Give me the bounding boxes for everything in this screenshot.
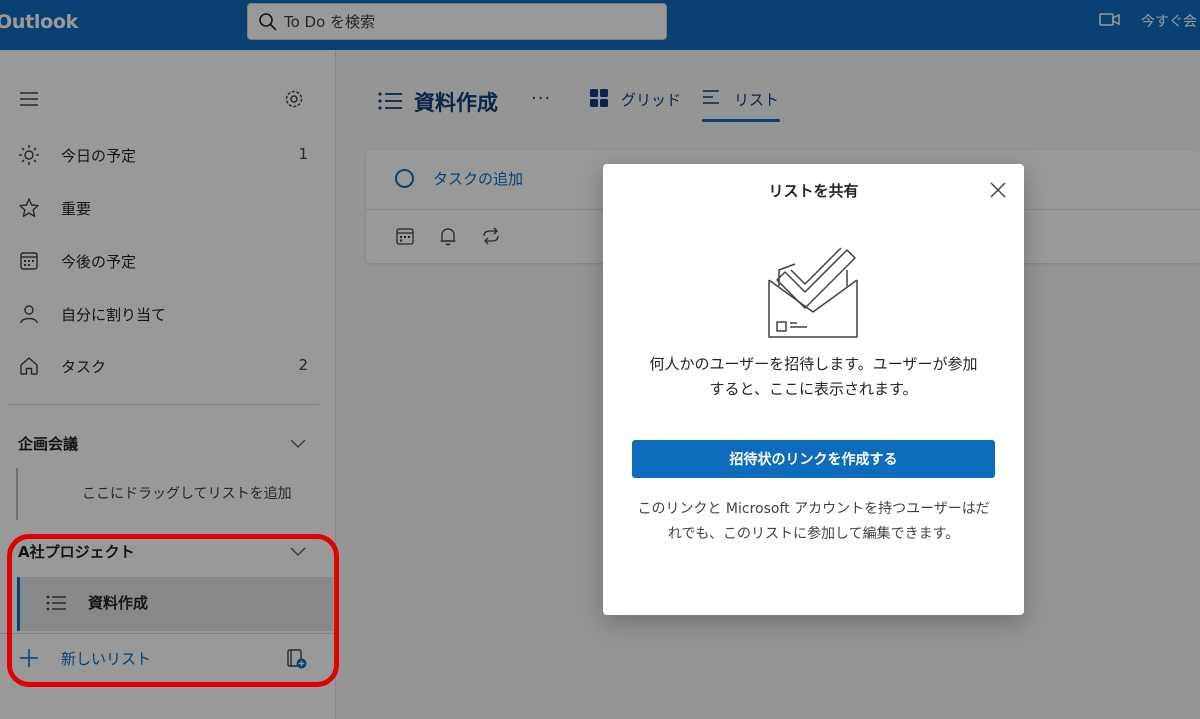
close-icon[interactable] <box>988 180 1008 200</box>
dialog-description: 何人かのユーザーを招待します。ユーザーが参加すると、ここに表示されます。 <box>649 355 978 398</box>
share-list-dialog: リストを共有 何人かのユーザーを招待します。ユーザーが参加すると、ここに表示され… <box>603 164 1024 615</box>
envelope-checkmark-icon <box>768 247 858 338</box>
create-invite-link-button[interactable]: 招待状のリンクを作成する <box>632 440 995 478</box>
dialog-title: リストを共有 <box>768 182 859 200</box>
dialog-note: このリンクと Microsoft アカウントを持つユーザーはだれでも、このリスト… <box>637 501 990 542</box>
